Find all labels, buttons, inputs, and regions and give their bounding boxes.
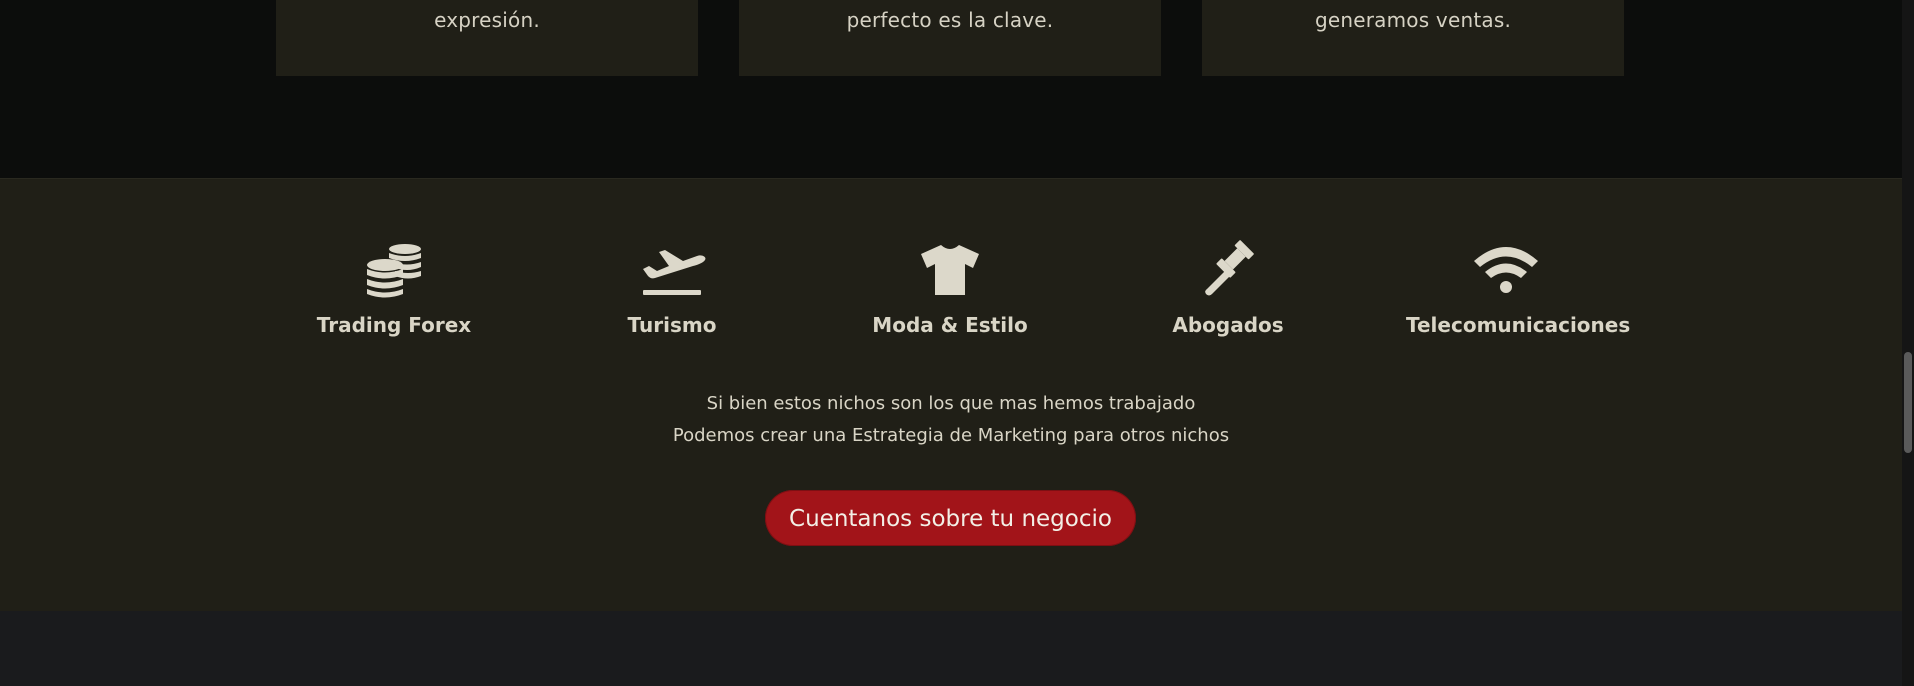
services-section: expresión. perfecto es la clave. generam… xyxy=(0,0,1902,178)
niche-trading-forex: Trading Forex xyxy=(294,239,494,337)
niche-moda-estilo: Moda & Estilo xyxy=(850,239,1050,337)
niche-abogados: Abogados xyxy=(1128,239,1328,337)
service-card: expresión. xyxy=(276,0,698,76)
scrollbar-thumb[interactable] xyxy=(1904,352,1912,453)
coins-icon xyxy=(367,244,421,298)
service-card: generamos ventas. xyxy=(1202,0,1624,76)
niches-note-line-2: Podemos crear una Estrategia de Marketin… xyxy=(672,425,1230,446)
niche-label: Moda & Estilo xyxy=(872,313,1028,337)
niche-label: Turismo xyxy=(627,313,717,337)
niche-label: Trading Forex xyxy=(316,313,472,337)
service-card-text: generamos ventas. xyxy=(1314,8,1512,32)
tshirt-icon xyxy=(921,245,979,295)
niche-turismo: Turismo xyxy=(572,239,772,337)
niche-label: Abogados xyxy=(1172,313,1284,337)
wifi-icon xyxy=(1474,247,1538,293)
scrollbar[interactable] xyxy=(1902,0,1914,686)
service-card: perfecto es la clave. xyxy=(739,0,1161,76)
niches-note-line-1: Si bien estos nichos son los que mas hem… xyxy=(706,393,1196,414)
niche-telecomunicaciones: Telecomunicaciones xyxy=(1406,239,1631,337)
niches-section: Trading Forex Turismo Moda & Estilo Abog… xyxy=(0,178,1902,612)
niche-label: Telecomunicaciones xyxy=(1406,313,1631,337)
page: expresión. perfecto es la clave. generam… xyxy=(0,0,1914,686)
gavel-icon xyxy=(1205,240,1254,296)
service-card-text: expresión. xyxy=(434,8,540,32)
next-section xyxy=(0,611,1902,686)
plane-departure-icon xyxy=(643,250,706,295)
service-card-text: perfecto es la clave. xyxy=(846,8,1054,32)
contact-cta-button[interactable]: Cuentanos sobre tu negocio xyxy=(765,490,1136,546)
